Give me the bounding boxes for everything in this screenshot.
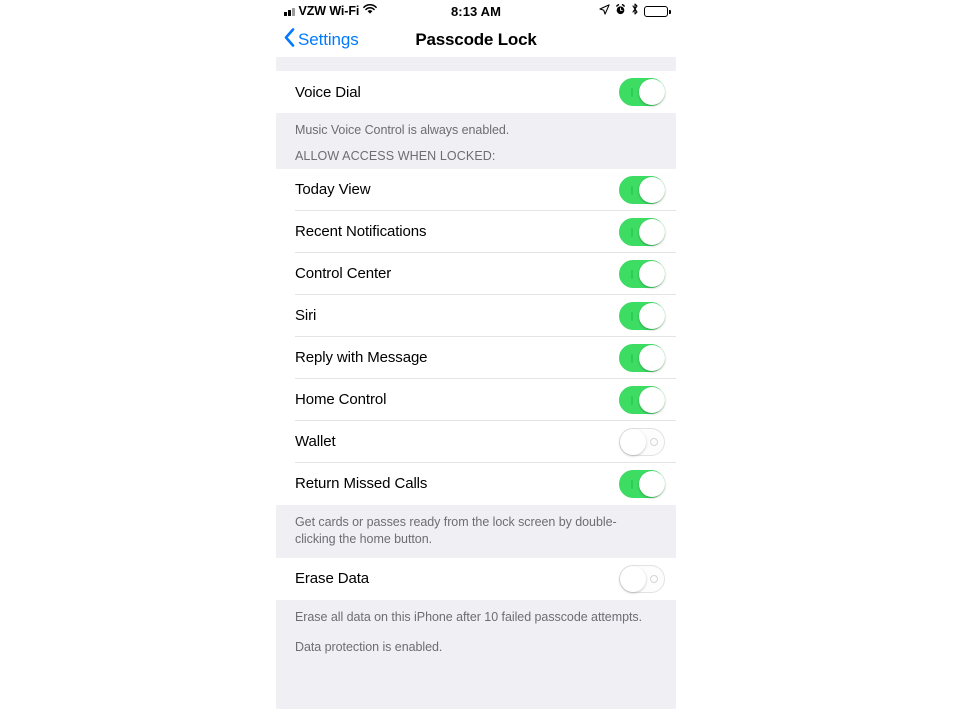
- footer-text-line2: Data protection is enabled.: [295, 639, 443, 654]
- signal-bars-icon: [284, 7, 295, 16]
- bottom-filler: [276, 665, 676, 709]
- top-group-gap: [276, 57, 676, 71]
- row-today-view[interactable]: Today View: [276, 168, 676, 211]
- location-arrow-icon: [599, 2, 610, 20]
- erase-data-group: Erase Data: [276, 557, 676, 600]
- row-label: Voice Dial: [295, 83, 361, 101]
- toggle-wallet[interactable]: [619, 427, 665, 456]
- status-bar-right: [599, 2, 671, 20]
- allow-access-footer: Get cards or passes ready from the lock …: [276, 504, 676, 558]
- chevron-left-icon: [284, 27, 295, 52]
- row-label: Wallet: [295, 433, 336, 451]
- voice-dial-group: Voice Dial: [276, 71, 676, 113]
- status-bar-left: VZW Wi-Fi: [284, 2, 599, 20]
- allow-access-group: Today View Recent Notifications Control …: [276, 168, 676, 505]
- toggle-home-control[interactable]: [619, 385, 665, 414]
- toggle-today-view[interactable]: [619, 175, 665, 204]
- voice-dial-footer: Music Voice Control is always enabled.: [276, 113, 676, 149]
- row-voice-dial[interactable]: Voice Dial: [276, 71, 676, 113]
- carrier-label: VZW Wi-Fi: [298, 4, 360, 18]
- row-label: Erase Data: [295, 570, 370, 588]
- alarm-clock-icon: [615, 2, 626, 20]
- row-wallet[interactable]: Wallet: [276, 420, 676, 463]
- toggle-return-missed-calls[interactable]: [619, 469, 665, 498]
- back-button[interactable]: Settings: [284, 27, 359, 52]
- row-return-missed-calls[interactable]: Return Missed Calls: [276, 462, 676, 505]
- row-label: Siri: [295, 307, 317, 325]
- row-siri[interactable]: Siri: [276, 294, 676, 337]
- wifi-icon: [363, 2, 378, 20]
- row-erase-data[interactable]: Erase Data: [276, 557, 676, 600]
- row-reply-with-message[interactable]: Reply with Message: [276, 336, 676, 379]
- row-label: Return Missed Calls: [295, 475, 428, 493]
- phone-screen: VZW Wi-Fi 8:13 AM Settings Passcode Lock…: [276, 0, 676, 709]
- toggle-voice-dial[interactable]: [619, 78, 665, 106]
- footer-text: Get cards or passes ready from the lock …: [295, 514, 617, 546]
- row-label: Reply with Message: [295, 349, 428, 367]
- toggle-reply-with-message[interactable]: [619, 343, 665, 372]
- row-control-center[interactable]: Control Center: [276, 252, 676, 295]
- toggle-recent-notifications[interactable]: [619, 217, 665, 246]
- erase-data-footer: Erase all data on this iPhone after 10 f…: [276, 599, 676, 666]
- battery-icon: [644, 5, 671, 17]
- row-label: Recent Notifications: [295, 223, 427, 241]
- allow-access-header: ALLOW ACCESS WHEN LOCKED:: [276, 148, 676, 169]
- footer-text: Music Voice Control is always enabled.: [295, 123, 510, 137]
- footer-text-line1: Erase all data on this iPhone after 10 f…: [295, 609, 643, 624]
- row-home-control[interactable]: Home Control: [276, 378, 676, 421]
- toggle-siri[interactable]: [619, 301, 665, 330]
- toggle-erase-data[interactable]: [619, 564, 665, 593]
- toggle-control-center[interactable]: [619, 259, 665, 288]
- row-label: Control Center: [295, 265, 392, 283]
- row-recent-notifications[interactable]: Recent Notifications: [276, 210, 676, 253]
- row-label: Today View: [295, 181, 371, 199]
- row-label: Home Control: [295, 391, 387, 409]
- back-button-label: Settings: [298, 29, 359, 49]
- status-bar: VZW Wi-Fi 8:13 AM: [276, 0, 676, 22]
- navigation-bar: Settings Passcode Lock: [276, 22, 676, 57]
- bluetooth-icon: [631, 2, 639, 20]
